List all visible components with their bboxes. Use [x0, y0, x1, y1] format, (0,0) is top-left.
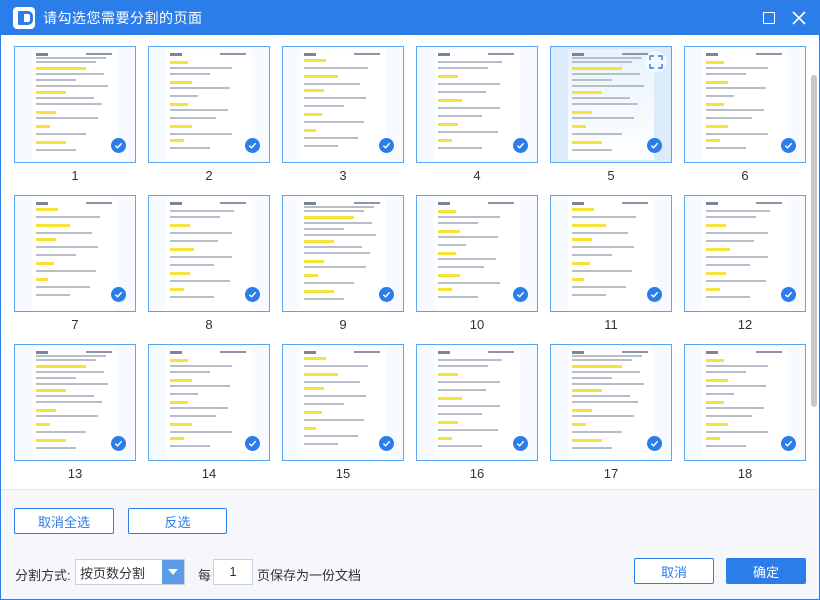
page-thumbnail[interactable]	[416, 46, 538, 163]
split-mode-label: 分割方式:	[15, 568, 71, 583]
close-button[interactable]	[787, 6, 811, 30]
page-preview	[166, 198, 252, 309]
page-thumbnail[interactable]	[282, 46, 404, 163]
deselect-all-button[interactable]: 取消全选	[14, 508, 114, 534]
page-preview	[300, 49, 386, 160]
pages-suffix-label: 页保存为一份文档	[257, 568, 362, 583]
ok-button[interactable]: 确定	[726, 558, 806, 584]
cancel-button[interactable]: 取消	[634, 558, 714, 584]
page-number-label: 1	[71, 168, 79, 183]
page-number-label: 17	[603, 466, 619, 481]
checkmark-icon[interactable]	[245, 287, 260, 302]
page-thumbnail[interactable]	[416, 344, 538, 461]
page-number-label: 16	[469, 466, 485, 481]
page-preview	[300, 198, 386, 309]
checkmark-icon[interactable]	[781, 287, 796, 302]
page-number-label: 14	[201, 466, 217, 481]
maximize-button[interactable]	[757, 6, 781, 30]
page-thumbnail[interactable]	[282, 344, 404, 461]
invert-selection-button[interactable]: 反选	[128, 508, 227, 534]
checkmark-icon[interactable]	[111, 138, 126, 153]
pages-per-file-input[interactable]: 1	[213, 559, 253, 585]
title-bar: 请勾选您需要分割的页面	[1, 1, 819, 35]
checkmark-icon[interactable]	[379, 287, 394, 302]
page-thumbnail[interactable]	[282, 195, 404, 312]
split-mode-select[interactable]: 按页数分割	[75, 559, 185, 585]
page-number-label: 6	[741, 168, 749, 183]
page-thumbnail[interactable]	[148, 46, 270, 163]
page-thumbnail[interactable]	[148, 344, 270, 461]
split-mode-value: 按页数分割	[80, 565, 146, 581]
page-preview	[32, 49, 118, 160]
page-preview	[434, 198, 520, 309]
checkmark-icon[interactable]	[513, 287, 528, 302]
checkmark-icon[interactable]	[245, 138, 260, 153]
page-thumbnail[interactable]	[550, 344, 672, 461]
page-number-label: 13	[67, 466, 83, 481]
page-thumbnail[interactable]	[14, 195, 136, 312]
page-thumbnail[interactable]	[14, 344, 136, 461]
page-preview	[568, 49, 654, 160]
page-preview	[300, 347, 386, 458]
page-number-label: 2	[205, 168, 213, 183]
every-label: 每	[198, 568, 212, 583]
page-preview	[568, 198, 654, 309]
options-panel: 取消全选 反选 分割方式: 按页数分割 每 1 页保存为一份文档 取消 确定	[1, 490, 819, 599]
page-number-label: 10	[469, 317, 485, 332]
checkmark-icon[interactable]	[647, 138, 662, 153]
page-thumbnail[interactable]	[684, 195, 806, 312]
page-number-label: 3	[339, 168, 347, 183]
checkmark-icon[interactable]	[513, 138, 528, 153]
checkmark-icon[interactable]	[781, 436, 796, 451]
checkmark-icon[interactable]	[513, 436, 528, 451]
page-number-label: 4	[473, 168, 481, 183]
page-number-label: 15	[335, 466, 351, 481]
page-preview	[702, 198, 788, 309]
page-thumbnail[interactable]	[684, 344, 806, 461]
page-thumbnail[interactable]	[550, 46, 672, 163]
page-preview	[568, 347, 654, 458]
checkmark-icon[interactable]	[647, 436, 662, 451]
page-number-label: 9	[339, 317, 347, 332]
page-thumbnail[interactable]	[148, 195, 270, 312]
page-preview	[434, 347, 520, 458]
page-number-label: 18	[737, 466, 753, 481]
expand-icon[interactable]	[645, 51, 667, 73]
page-preview	[702, 49, 788, 160]
page-number-label: 5	[607, 168, 615, 183]
page-preview	[166, 347, 252, 458]
page-preview	[702, 347, 788, 458]
page-preview	[32, 347, 118, 458]
app-logo-icon	[13, 7, 35, 29]
checkmark-icon[interactable]	[111, 436, 126, 451]
checkmark-icon[interactable]	[379, 436, 394, 451]
checkmark-icon[interactable]	[647, 287, 662, 302]
page-thumbnail[interactable]	[416, 195, 538, 312]
checkmark-icon[interactable]	[781, 138, 796, 153]
page-number-label: 8	[205, 317, 213, 332]
page-number-label: 11	[604, 317, 618, 332]
page-number-label: 7	[71, 317, 79, 332]
checkmark-icon[interactable]	[379, 138, 394, 153]
page-preview	[166, 49, 252, 160]
close-icon	[792, 11, 806, 25]
chevron-down-icon	[162, 560, 184, 584]
page-number-label: 12	[737, 317, 753, 332]
page-thumbnail-grid: 1 2 3 4 5 6 7 8 9 10 11 12 13 14 15 16 17 18	[1, 35, 819, 489]
page-preview	[32, 198, 118, 309]
page-thumbnail[interactable]	[550, 195, 672, 312]
page-preview	[434, 49, 520, 160]
page-thumbnail[interactable]	[14, 46, 136, 163]
checkmark-icon[interactable]	[245, 436, 260, 451]
checkmark-icon[interactable]	[111, 287, 126, 302]
window-title: 请勾选您需要分割的页面	[43, 10, 203, 26]
split-dialog: 请勾选您需要分割的页面 1 2 3 4 5 6 7 8 9 10 11 12 13 14 15 16 17 18 …	[0, 0, 820, 600]
vertical-scrollbar[interactable]	[811, 75, 817, 407]
page-thumbnail[interactable]	[684, 46, 806, 163]
maximize-icon	[763, 12, 775, 24]
